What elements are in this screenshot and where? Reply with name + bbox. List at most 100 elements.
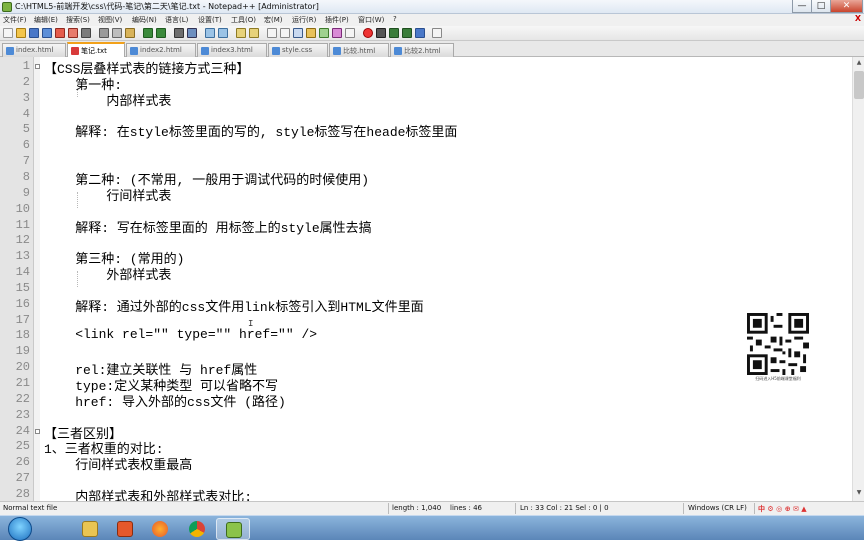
scroll-thumb[interactable] bbox=[854, 71, 864, 99]
cut-icon[interactable] bbox=[99, 28, 109, 38]
tab-index-html[interactable]: index.html bbox=[2, 43, 66, 57]
play-macro-icon[interactable] bbox=[389, 28, 399, 38]
menu-tools[interactable]: 工具(O) bbox=[231, 15, 256, 25]
menu-search[interactable]: 搜索(S) bbox=[66, 15, 90, 25]
zoom-out-icon[interactable] bbox=[218, 28, 228, 38]
save-macro-icon[interactable] bbox=[415, 28, 425, 38]
fold-marker-icon[interactable] bbox=[35, 428, 40, 434]
code-line[interactable]: 解释: 在style标签里面的写的, style标签写在heade标签里面 bbox=[44, 121, 457, 140]
menu-run[interactable]: 运行(R) bbox=[292, 15, 316, 25]
code-line[interactable]: 解释: 通过外部的css文件用link标签引入到HTML文件里面 bbox=[44, 296, 423, 315]
copy-icon[interactable] bbox=[112, 28, 122, 38]
code-line[interactable]: 行间样式表 bbox=[44, 185, 171, 204]
window-title: C:\HTML5-前端开发\css\代码-笔记\第二天\笔记.txt - Not… bbox=[15, 2, 319, 11]
close-file-icon[interactable] bbox=[55, 28, 65, 38]
tab-compare-html[interactable]: 比较.html bbox=[329, 43, 389, 57]
save-all-icon[interactable] bbox=[42, 28, 52, 38]
tab-index2-html[interactable]: index2.html bbox=[126, 43, 196, 57]
indent-guide-icon[interactable] bbox=[293, 28, 303, 38]
line-number: 12 bbox=[15, 233, 30, 248]
tab-compare2-html[interactable]: 比较2.html bbox=[390, 43, 454, 57]
new-file-icon[interactable] bbox=[3, 28, 13, 38]
code-line[interactable]: 内部样式表和外部样式表对比: bbox=[44, 486, 252, 501]
mouse-cursor-ibeam: I bbox=[248, 319, 254, 329]
tab-index3-html[interactable]: index3.html bbox=[197, 43, 267, 57]
title-bar: C:\HTML5-前端开发\css\代码-笔记\第二天\笔记.txt - Not… bbox=[0, 0, 864, 14]
menu-macro[interactable]: 宏(M) bbox=[264, 15, 283, 25]
redo-icon[interactable] bbox=[156, 28, 166, 38]
fold-marker-icon[interactable] bbox=[35, 64, 40, 69]
show-all-chars-icon[interactable] bbox=[280, 28, 290, 38]
menu-encoding[interactable]: 编码(N) bbox=[132, 15, 157, 25]
record-macro-icon[interactable] bbox=[363, 28, 373, 38]
taskbar-chrome[interactable] bbox=[180, 518, 214, 540]
menu-view[interactable]: 视图(V) bbox=[98, 15, 122, 25]
text-editor[interactable]: 1 【CSS层叠样式表的链接方式三种】 2 第一种: 3 内部样式表 4 5 解释: 在s… bbox=[0, 57, 852, 501]
status-separator bbox=[515, 503, 516, 514]
media-player-icon bbox=[117, 521, 133, 537]
code-line[interactable]: href: 导入外部的css文件 (路径) bbox=[44, 391, 286, 410]
line-number: 4 bbox=[22, 106, 30, 121]
paste-icon[interactable] bbox=[125, 28, 135, 38]
line-number: 23 bbox=[15, 407, 30, 422]
zoom-in-icon[interactable] bbox=[205, 28, 215, 38]
start-button[interactable] bbox=[8, 517, 32, 541]
line-number: 22 bbox=[15, 391, 30, 406]
menu-file[interactable]: 文件(F) bbox=[3, 15, 27, 25]
menu-language[interactable]: 语言(L) bbox=[165, 15, 188, 25]
line-number: 25 bbox=[15, 439, 30, 454]
open-file-icon[interactable] bbox=[16, 28, 26, 38]
menu-help[interactable]: ? bbox=[393, 15, 397, 23]
menu-edit[interactable]: 编辑(E) bbox=[34, 15, 58, 25]
taskbar-notepadpp[interactable] bbox=[216, 518, 250, 540]
indent-guide bbox=[77, 192, 78, 208]
taskbar-explorer[interactable] bbox=[73, 518, 107, 540]
status-ime-tray[interactable]: 中 ⚙ ◎ ⊕ ✉ ▲ bbox=[758, 504, 807, 514]
code-line[interactable]: 内部样式表 bbox=[44, 90, 171, 109]
file-icon bbox=[333, 47, 341, 55]
find-icon[interactable] bbox=[174, 28, 184, 38]
tab-style-css[interactable]: style.css bbox=[268, 43, 328, 57]
sync-vertical-icon[interactable] bbox=[236, 28, 246, 38]
run-macro-multiple-icon[interactable] bbox=[402, 28, 412, 38]
indent-guide bbox=[77, 271, 78, 287]
close-document-icon[interactable]: X bbox=[855, 14, 861, 23]
status-separator bbox=[388, 503, 389, 514]
file-icon bbox=[6, 47, 14, 55]
taskbar-media-player[interactable] bbox=[108, 518, 142, 540]
stop-macro-icon[interactable] bbox=[376, 28, 386, 38]
file-icon bbox=[272, 47, 280, 55]
line-number: 11 bbox=[15, 217, 30, 232]
code-line[interactable]: <link rel="" type="" href="" /> bbox=[44, 327, 317, 342]
maximize-button[interactable]: □ bbox=[811, 0, 831, 13]
menu-settings[interactable]: 设置(T) bbox=[198, 15, 222, 25]
spell-check-icon[interactable] bbox=[432, 28, 442, 38]
tab-label: index3.html bbox=[211, 46, 253, 54]
tab-notes-txt[interactable]: 笔记.txt bbox=[67, 42, 125, 57]
scroll-up-arrow-icon[interactable]: ▲ bbox=[854, 59, 864, 69]
undo-icon[interactable] bbox=[143, 28, 153, 38]
function-list-icon[interactable] bbox=[332, 28, 342, 38]
word-wrap-icon[interactable] bbox=[267, 28, 277, 38]
code-line[interactable]: 行间样式表权重最高 bbox=[44, 454, 192, 473]
save-icon[interactable] bbox=[29, 28, 39, 38]
minimize-button[interactable]: — bbox=[792, 0, 812, 13]
doc-map-icon[interactable] bbox=[319, 28, 329, 38]
print-icon[interactable] bbox=[81, 28, 91, 38]
vertical-scrollbar[interactable]: ▲ ▼ bbox=[852, 57, 864, 501]
udl-icon[interactable] bbox=[306, 28, 316, 38]
folder-workspace-icon[interactable] bbox=[345, 28, 355, 38]
close-button[interactable]: ✕ bbox=[830, 0, 863, 13]
replace-icon[interactable] bbox=[187, 28, 197, 38]
close-all-icon[interactable] bbox=[68, 28, 78, 38]
taskbar-firefox[interactable] bbox=[143, 518, 177, 540]
code-line[interactable]: 解释: 写在标签里面的 用标签上的style属性去搞 bbox=[44, 217, 371, 236]
menu-plugins[interactable]: 插件(P) bbox=[325, 15, 349, 25]
scroll-down-arrow-icon[interactable]: ▼ bbox=[854, 489, 864, 499]
code-line[interactable]: 外部样式表 bbox=[44, 264, 171, 283]
line-number: 5 bbox=[22, 122, 30, 137]
menu-window[interactable]: 窗口(W) bbox=[358, 15, 384, 25]
fold-margin bbox=[34, 57, 40, 501]
sync-horizontal-icon[interactable] bbox=[249, 28, 259, 38]
line-number: 2 bbox=[22, 74, 30, 89]
